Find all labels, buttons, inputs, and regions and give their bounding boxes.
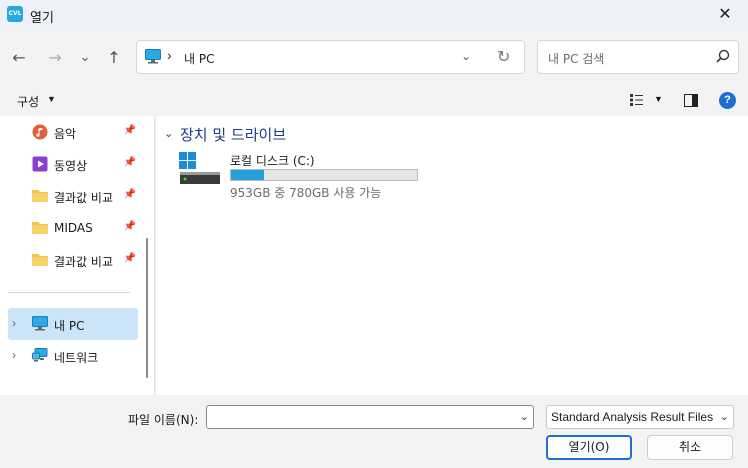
command-bar: 구성 ▼ ▼ ?	[0, 86, 748, 116]
filetype-value: Standard Analysis Result Files(*	[551, 410, 713, 424]
filename-field[interactable]: ⌄	[206, 405, 534, 429]
up-button[interactable]: ↑	[103, 47, 125, 69]
group-header[interactable]: 장치 및 드라이브	[180, 124, 286, 145]
pc-icon	[32, 316, 48, 334]
sidebar-item-music[interactable]: 음악 📌	[8, 116, 138, 148]
caret-down-icon[interactable]: ▼	[654, 94, 663, 104]
sidebar-item-videos[interactable]: 동영상 📌	[8, 148, 138, 180]
video-icon	[32, 156, 48, 175]
address-bar[interactable]: › 내 PC ⌄ ↻	[136, 40, 525, 74]
chevron-down-icon[interactable]: ⌄	[520, 410, 529, 423]
filename-label: 파일 이름(N):	[128, 413, 199, 427]
view-options-icon[interactable]	[630, 94, 644, 109]
breadcrumb-separator: ›	[167, 47, 172, 63]
network-icon	[32, 348, 48, 366]
sidebar-item-label: MIDAS	[54, 221, 93, 235]
scrollbar[interactable]	[146, 238, 148, 378]
sidebar-item-folder[interactable]: 결과값 비교 📌	[8, 244, 138, 276]
folder-icon	[32, 220, 48, 237]
pin-icon[interactable]: 📌	[124, 221, 136, 232]
sidebar-item-label: 동영상	[54, 159, 88, 173]
recent-locations-button[interactable]: ⌄	[74, 47, 96, 69]
back-button[interactable]: ←	[8, 47, 30, 69]
folder-icon	[32, 252, 48, 269]
organize-button[interactable]: 구성	[17, 93, 39, 110]
drive-usage-bar	[230, 169, 418, 181]
chevron-right-icon[interactable]: ›	[12, 348, 16, 362]
drive-icon	[178, 152, 222, 191]
window-title: 열기	[30, 11, 54, 26]
pin-icon[interactable]: 📌	[124, 189, 136, 200]
drive-name: 로컬 디스크 (C:)	[230, 154, 315, 168]
divider	[8, 292, 130, 293]
preview-pane-icon[interactable]	[684, 94, 698, 107]
open-button[interactable]: 열기(O)	[546, 435, 632, 460]
filetype-select[interactable]: Standard Analysis Result Files(* ⌄	[546, 405, 734, 429]
breadcrumb[interactable]: 내 PC	[184, 50, 214, 67]
help-icon[interactable]: ?	[719, 92, 736, 109]
sidebar-item-label: 결과값 비교	[54, 255, 114, 269]
folder-icon	[32, 188, 48, 205]
navigation-pane: 음악 📌 동영상 📌 결과값 비교 📌 MIDAS 📌 결과값 비교 📌 › 내…	[0, 116, 155, 395]
music-icon	[32, 124, 48, 143]
close-button[interactable]: ✕	[702, 0, 748, 30]
sidebar-item-midas[interactable]: MIDAS 📌	[8, 212, 138, 244]
drive-free-space: 953GB 중 780GB 사용 가능	[230, 186, 382, 200]
sidebar-item-folder[interactable]: 결과값 비교 📌	[8, 180, 138, 212]
chevron-down-icon[interactable]: ⌄	[164, 127, 173, 140]
dialog-footer: 파일 이름(N): ⌄ Standard Analysis Result Fil…	[0, 395, 748, 468]
drive-item[interactable]: 로컬 디스크 (C:) 953GB 중 780GB 사용 가능	[178, 150, 438, 200]
pin-icon[interactable]: 📌	[124, 253, 136, 264]
search-icon[interactable]	[716, 49, 730, 66]
chevron-right-icon[interactable]: ›	[12, 316, 16, 330]
app-icon: CVL	[7, 6, 23, 22]
sidebar-item-label: 내 PC	[54, 319, 85, 333]
sidebar-item-label: 네트워크	[54, 351, 99, 365]
sidebar-item-label: 결과값 비교	[54, 191, 114, 205]
pin-icon[interactable]: 📌	[124, 157, 136, 168]
search-box[interactable]: 내 PC 검색	[537, 40, 739, 74]
forward-button[interactable]: →	[44, 47, 66, 69]
sidebar-item-network[interactable]: › 네트워크	[8, 340, 138, 372]
pin-icon[interactable]: 📌	[124, 125, 136, 136]
title-bar: CVL 열기 ✕	[0, 0, 748, 30]
drive-usage-fill	[231, 170, 265, 180]
caret-down-icon[interactable]: ▼	[47, 94, 56, 104]
navigation-bar: ← → ⌄ ↑ › 내 PC ⌄ ↻ 내 PC 검색	[0, 30, 748, 86]
file-view: ⌄ 장치 및 드라이브 로컬 디스크 (C:) 953GB 중 780GB 사용…	[156, 116, 748, 395]
chevron-down-icon[interactable]: ⌄	[720, 410, 729, 423]
pc-icon	[145, 49, 161, 67]
sidebar-item-this-pc[interactable]: › 내 PC	[8, 308, 138, 340]
refresh-button[interactable]: ↻	[497, 47, 510, 67]
chevron-down-icon[interactable]: ⌄	[461, 49, 471, 63]
sidebar-item-label: 음악	[54, 127, 77, 141]
cancel-button[interactable]: 취소	[647, 435, 733, 460]
search-input[interactable]: 내 PC 검색	[548, 50, 604, 67]
